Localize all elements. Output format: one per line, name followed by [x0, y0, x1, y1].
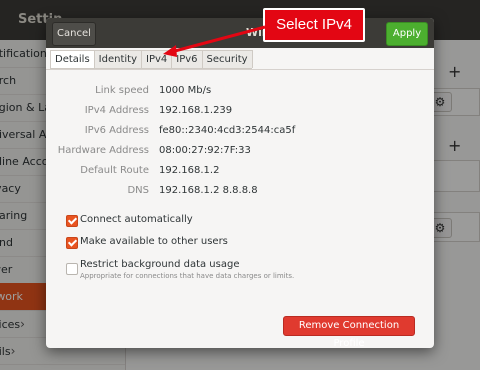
- connect-automatically-label: Connect automatically: [80, 214, 193, 225]
- connect-automatically-checkbox[interactable]: [66, 215, 78, 227]
- tab-ipv6[interactable]: IPv6: [171, 50, 203, 68]
- dialog-tabs: Details Identity IPv4 IPv6 Security: [50, 50, 253, 69]
- dns-value: 192.168.1.2 8.8.8.8: [159, 185, 258, 196]
- tabs-divider: [46, 69, 434, 70]
- restrict-data-label: Restrict background data usage: [80, 259, 240, 270]
- apply-button[interactable]: Apply: [386, 22, 428, 46]
- tab-ipv4[interactable]: IPv4: [141, 50, 173, 68]
- ipv4-address-label: IPv4 Address: [84, 105, 149, 116]
- remove-connection-profile-button[interactable]: Remove Connection Profile: [283, 316, 415, 348]
- restrict-data-description: Appropriate for connections that have da…: [80, 272, 295, 280]
- hardware-address-label: Hardware Address: [57, 145, 149, 156]
- wired-connection-dialog: Cancel Wired Apply Details Identity IPv4…: [46, 18, 434, 348]
- tab-identity[interactable]: Identity: [93, 50, 142, 68]
- cancel-button[interactable]: Cancel: [52, 22, 96, 46]
- hardware-address-value: 08:00:27:92:7F:33: [159, 145, 251, 156]
- dialog-header-bar: Cancel Wired Apply: [46, 18, 434, 48]
- dns-label: DNS: [127, 185, 149, 196]
- default-route-value: 192.168.1.2: [159, 165, 220, 176]
- ipv6-address-label: IPv6 Address: [84, 125, 149, 136]
- tab-details[interactable]: Details: [50, 50, 95, 68]
- available-to-all-label: Make available to other users: [80, 236, 228, 247]
- link-speed-label: Link speed: [95, 85, 149, 96]
- restrict-data-checkbox[interactable]: [66, 263, 78, 275]
- annotation-callout: Select IPv4: [263, 8, 365, 42]
- ipv4-address-value: 192.168.1.239: [159, 105, 233, 116]
- link-speed-value: 1000 Mb/s: [159, 85, 212, 96]
- default-route-label: Default Route: [80, 165, 149, 176]
- ipv6-address-value: fe80::2340:4cd3:2544:ca5f: [159, 125, 296, 136]
- available-to-all-checkbox[interactable]: [66, 237, 78, 249]
- tab-security[interactable]: Security: [201, 50, 253, 68]
